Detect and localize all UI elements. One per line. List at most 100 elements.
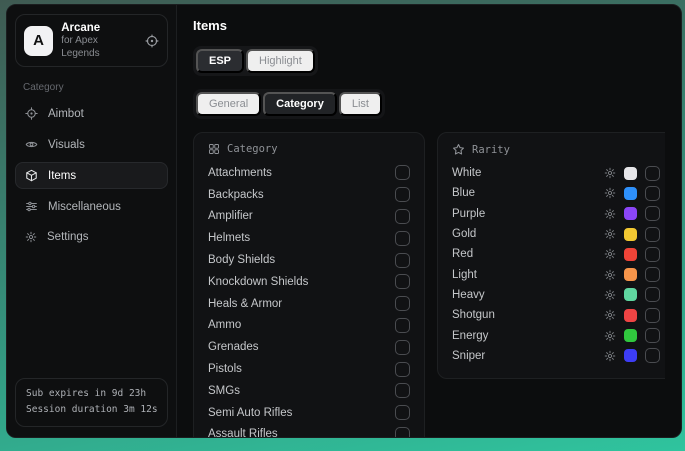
sidebar-nav-item[interactable]: Settings — [15, 224, 168, 250]
category-checkbox[interactable] — [395, 383, 410, 398]
category-row: Body Shields — [208, 249, 410, 271]
gear-icon[interactable] — [604, 248, 616, 260]
rarity-color-swatch[interactable] — [624, 309, 637, 322]
sub-expiry-text: Sub expires in 9d 23h — [26, 386, 157, 403]
rarity-checkbox[interactable] — [645, 308, 660, 323]
rarity-checkbox[interactable] — [645, 166, 660, 181]
gear-icon[interactable] — [604, 289, 616, 301]
category-checkbox[interactable] — [395, 362, 410, 377]
target-icon[interactable] — [145, 34, 159, 48]
nav-item-label: Settings — [47, 231, 89, 243]
mode-toggle-button[interactable]: ESP — [196, 49, 244, 73]
category-row: Amplifier — [208, 206, 410, 228]
rarity-label: Sniper — [452, 350, 485, 362]
rarity-checkbox[interactable] — [645, 328, 660, 343]
nav-item-icon — [25, 169, 38, 182]
category-row: Attachments — [208, 162, 410, 184]
sidebar-nav-item[interactable]: Visuals — [15, 131, 168, 158]
category-label: Helmets — [208, 232, 250, 244]
category-checkbox[interactable] — [395, 296, 410, 311]
category-checkbox[interactable] — [395, 427, 410, 437]
category-label: Grenades — [208, 341, 259, 353]
nav-item-icon — [25, 138, 38, 151]
sidebar-nav-item[interactable]: Aimbot — [15, 100, 168, 127]
category-row: Knockdown Shields — [208, 271, 410, 293]
tab[interactable]: General — [196, 92, 261, 116]
category-checkbox[interactable] — [395, 274, 410, 289]
category-row: SMGs — [208, 380, 410, 402]
rarity-label: Energy — [452, 330, 488, 342]
subscription-info: Sub expires in 9d 23h Session duration 3… — [15, 378, 168, 427]
rarity-checkbox[interactable] — [645, 287, 660, 302]
category-checkbox[interactable] — [395, 253, 410, 268]
main-content: Items ESP Highlight General Category Lis… — [177, 5, 681, 437]
rarity-color-swatch[interactable] — [624, 248, 637, 261]
sidebar-nav-item[interactable]: Miscellaneous — [15, 193, 168, 220]
rarity-label: Blue — [452, 187, 475, 199]
rarity-color-swatch[interactable] — [624, 268, 637, 281]
gear-icon[interactable] — [604, 167, 616, 179]
rarity-color-swatch[interactable] — [624, 207, 637, 220]
tab[interactable]: Category — [263, 92, 337, 116]
nav-item-label: Miscellaneous — [48, 201, 121, 213]
app-subtitle: for Apex Legends — [61, 35, 137, 60]
grid-icon — [208, 143, 220, 155]
rarity-label: Shotgun — [452, 309, 495, 321]
rarity-row: Shotgun — [452, 305, 660, 325]
category-list: Attachments Backpacks Amplifier — [208, 162, 410, 437]
rarity-label: Purple — [452, 208, 485, 220]
rarity-color-swatch[interactable] — [624, 329, 637, 342]
category-panel-title: Category — [227, 143, 278, 155]
rarity-label: Light — [452, 269, 477, 281]
rarity-checkbox[interactable] — [645, 206, 660, 221]
category-checkbox[interactable] — [395, 187, 410, 202]
session-duration-text: Session duration 3m 12s — [26, 402, 157, 419]
rarity-label: Heavy — [452, 289, 485, 301]
gear-icon[interactable] — [604, 350, 616, 362]
rarity-color-swatch[interactable] — [624, 288, 637, 301]
nav-item-label: Aimbot — [48, 108, 84, 120]
category-row: Assault Rifles — [208, 424, 410, 437]
rarity-checkbox[interactable] — [645, 186, 660, 201]
gear-icon[interactable] — [604, 309, 616, 321]
gear-icon[interactable] — [604, 228, 616, 240]
rarity-color-swatch[interactable] — [624, 228, 637, 241]
category-checkbox[interactable] — [395, 318, 410, 333]
sidebar-section-label: Category — [23, 82, 160, 93]
category-label: Attachments — [208, 167, 272, 179]
star-icon — [452, 143, 465, 156]
rarity-checkbox[interactable] — [645, 348, 660, 363]
rarity-row: Sniper — [452, 346, 660, 366]
tab[interactable]: List — [339, 92, 382, 116]
category-checkbox[interactable] — [395, 231, 410, 246]
gear-icon[interactable] — [604, 187, 616, 199]
category-checkbox[interactable] — [395, 340, 410, 355]
category-checkbox[interactable] — [395, 165, 410, 180]
category-label: Heals & Armor — [208, 298, 282, 310]
rarity-checkbox[interactable] — [645, 267, 660, 282]
category-label: Pistols — [208, 363, 242, 375]
rarity-color-swatch[interactable] — [624, 349, 637, 362]
category-row: Helmets — [208, 227, 410, 249]
gear-icon[interactable] — [604, 330, 616, 342]
sidebar-nav-item[interactable]: Items — [15, 162, 168, 189]
rarity-label: Red — [452, 248, 473, 260]
rarity-row: Red — [452, 244, 660, 264]
page-title: Items — [193, 18, 665, 33]
category-checkbox[interactable] — [395, 405, 410, 420]
category-checkbox[interactable] — [395, 209, 410, 224]
rarity-label: White — [452, 167, 481, 179]
rarity-checkbox[interactable] — [645, 227, 660, 242]
gear-icon[interactable] — [604, 208, 616, 220]
category-row: Semi Auto Rifles — [208, 402, 410, 424]
tab-bar: General Category List — [193, 89, 385, 119]
category-label: Knockdown Shields — [208, 276, 308, 288]
app-header: A Arcane for Apex Legends — [15, 14, 168, 67]
gear-icon[interactable] — [604, 269, 616, 281]
mode-toggle-button[interactable]: Highlight — [246, 49, 315, 73]
rarity-color-swatch[interactable] — [624, 187, 637, 200]
rarity-checkbox[interactable] — [645, 247, 660, 262]
nav-item-label: Visuals — [48, 139, 85, 151]
category-panel: Category Attachments Backpacks — [193, 132, 425, 437]
rarity-color-swatch[interactable] — [624, 167, 637, 180]
